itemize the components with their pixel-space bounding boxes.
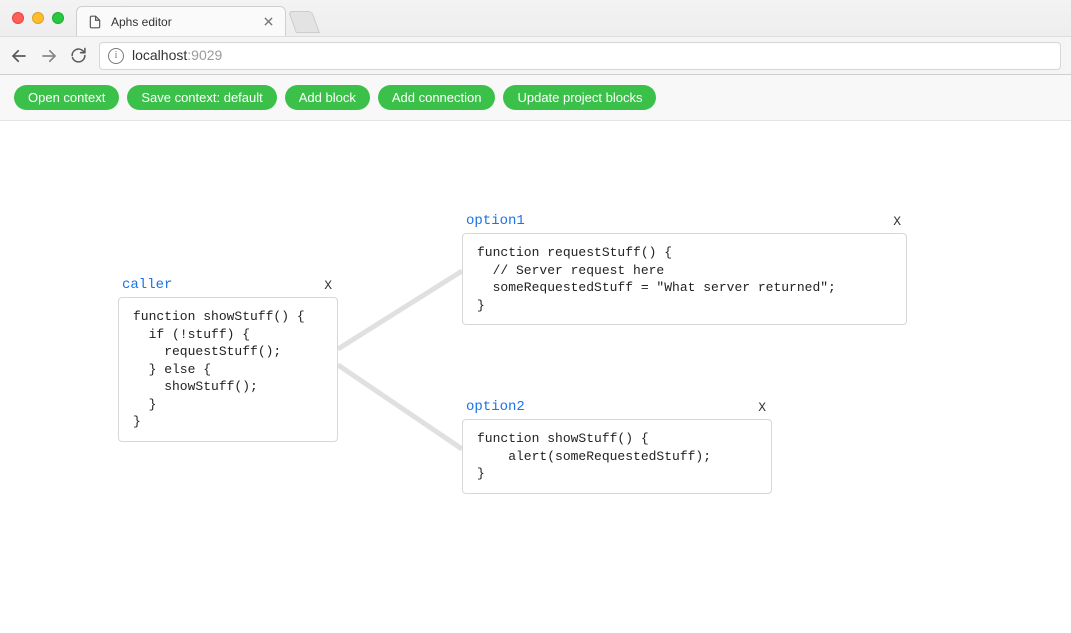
connection-line [338,271,462,349]
url-text: localhost:9029 [132,47,222,65]
save-context-button[interactable]: Save context: default [127,85,276,110]
tab-title: Aphs editor [111,15,253,29]
tab-close-icon[interactable] [261,15,275,29]
block-header: option2 X [462,399,772,419]
update-project-blocks-button[interactable]: Update project blocks [503,85,656,110]
block-close-button[interactable]: X [322,278,334,293]
block-title: option1 [466,213,525,229]
block-title: option2 [466,399,525,415]
block-code: function showStuff() { if (!stuff) { req… [133,308,323,431]
add-block-button[interactable]: Add block [285,85,370,110]
add-connection-button[interactable]: Add connection [378,85,496,110]
window-close-button[interactable] [12,12,24,24]
block-caller[interactable]: caller X function showStuff() { if (!stu… [118,277,338,442]
forward-button-icon[interactable] [40,47,58,65]
connection-line [338,365,462,449]
block-code: function requestStuff() { // Server requ… [477,244,892,314]
browser-tab[interactable]: Aphs editor [76,6,286,36]
window-minimize-button[interactable] [32,12,44,24]
block-body: function showStuff() { alert(someRequest… [462,419,772,494]
editor-canvas[interactable]: caller X function showStuff() { if (!stu… [0,121,1071,633]
block-option1[interactable]: option1 X function requestStuff() { // S… [462,213,907,325]
block-code: function showStuff() { alert(someRequest… [477,430,757,483]
reload-button-icon[interactable] [70,47,87,64]
block-close-button[interactable]: X [756,400,768,415]
browser-chrome: Aphs editor i [0,0,1071,75]
new-tab-button[interactable] [288,11,320,33]
block-body: function requestStuff() { // Server requ… [462,233,907,325]
url-host: localhost [132,47,187,63]
window-maximize-button[interactable] [52,12,64,24]
block-body: function showStuff() { if (!stuff) { req… [118,297,338,442]
block-title: caller [122,277,172,293]
window-controls [12,12,64,24]
block-header: caller X [118,277,338,297]
block-header: option1 X [462,213,907,233]
open-context-button[interactable]: Open context [14,85,119,110]
toolbar: Open context Save context: default Add b… [0,75,1071,121]
site-info-icon[interactable]: i [108,48,124,64]
tab-bar: Aphs editor [0,0,1071,36]
address-bar[interactable]: i localhost:9029 [99,42,1061,70]
back-button-icon[interactable] [10,47,28,65]
address-bar-row: i localhost:9029 [0,36,1071,74]
page-favicon-icon [87,14,103,30]
block-option2[interactable]: option2 X function showStuff() { alert(s… [462,399,772,494]
url-port: :9029 [187,47,222,63]
block-close-button[interactable]: X [891,214,903,229]
